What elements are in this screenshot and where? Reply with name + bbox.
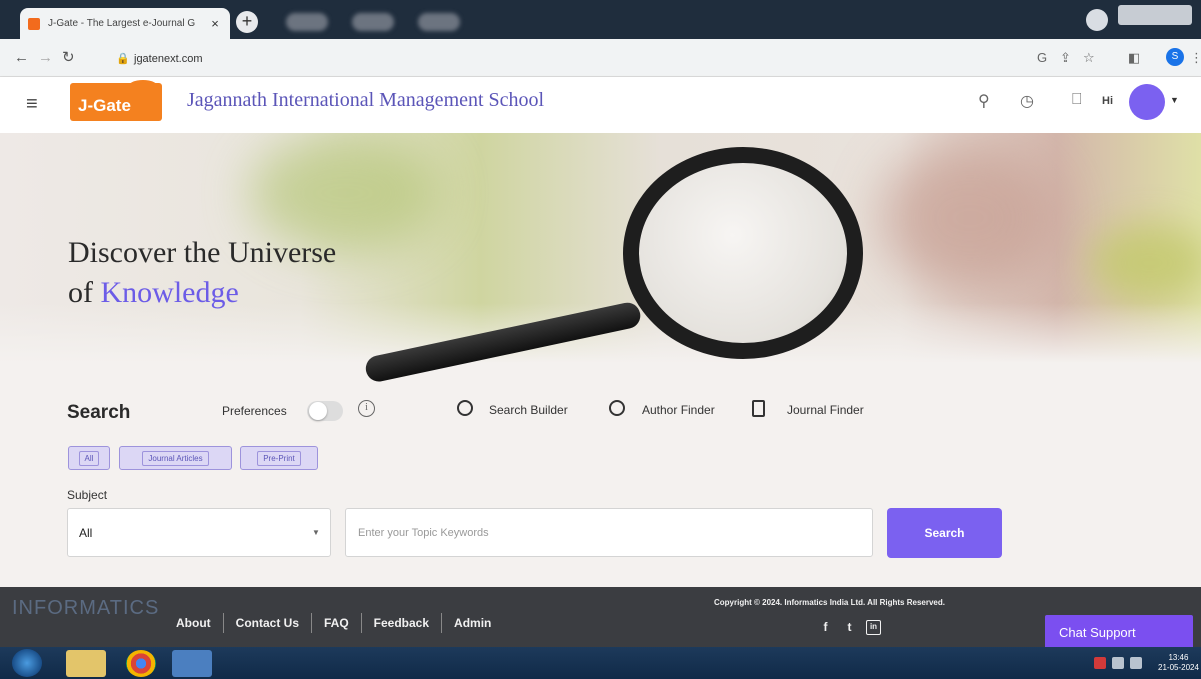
hero-title: Discover the Universe of Knowledge — [68, 233, 336, 313]
bookmark-icon[interactable]: ⎕ — [1072, 91, 1082, 109]
logo-text: J-Gate — [78, 96, 131, 115]
info-icon[interactable]: i — [358, 400, 375, 417]
network-icon[interactable] — [1112, 657, 1124, 669]
tray-flag-icon[interactable] — [1094, 657, 1106, 669]
footer-link-faq[interactable]: FAQ — [324, 616, 349, 630]
lock-icon[interactable]: 🔒 — [116, 52, 130, 65]
copyright-text: Copyright © 2024. Informatics India Ltd.… — [714, 598, 945, 607]
file-explorer-icon[interactable] — [66, 650, 106, 677]
topic-keyword-input[interactable] — [345, 508, 873, 557]
hero-line-2: of Knowledge — [68, 273, 336, 313]
magnifying-glass-icon — [623, 147, 863, 359]
author-finder-link[interactable]: Author Finder — [642, 403, 715, 417]
footer-link-feedback[interactable]: Feedback — [374, 616, 429, 630]
hero-backdrop — [1090, 223, 1201, 303]
footer-separator — [360, 613, 362, 633]
subject-select[interactable] — [67, 508, 331, 557]
chip-all[interactable]: All — [68, 446, 110, 470]
footer-link-admin[interactable]: Admin — [454, 616, 491, 630]
side-panel-icon[interactable]: ◧ — [1128, 50, 1140, 66]
hero-line-2-prefix: of — [68, 276, 101, 309]
chip-pre-print[interactable]: Pre-Print — [240, 446, 318, 470]
window-profile-icon[interactable] — [1086, 9, 1108, 31]
clock-time: 13:46 — [1168, 653, 1189, 662]
footer-separator — [441, 613, 443, 633]
footer-link-about[interactable]: About — [176, 616, 211, 630]
chrome-menu-icon[interactable]: ⋮ — [1190, 50, 1201, 66]
chrome-profile-avatar[interactable]: S — [1166, 48, 1184, 66]
search-button[interactable]: Search — [887, 508, 1002, 558]
blurred-tab[interactable] — [418, 13, 460, 31]
subject-select-value[interactable]: All — [79, 526, 92, 540]
hero-line-1: Discover the Universe — [68, 236, 337, 269]
history-clock-icon[interactable]: ◷ — [1020, 91, 1034, 111]
window-controls[interactable] — [1118, 5, 1192, 25]
blurred-tab[interactable] — [352, 13, 394, 31]
footer-separator — [311, 613, 312, 633]
clock-date: 21-05-2024 — [1158, 663, 1199, 672]
volume-icon[interactable] — [1130, 657, 1142, 669]
journal-finder-link[interactable]: Journal Finder — [787, 403, 864, 417]
share-icon[interactable]: ⇪ — [1060, 50, 1071, 66]
footer-link-contact-us[interactable]: Contact Us — [236, 616, 299, 630]
tab-close-icon[interactable]: × — [208, 16, 222, 31]
jgate-favicon-icon — [28, 17, 40, 30]
hero-backdrop — [880, 143, 1060, 293]
search-icon[interactable]: ⚲ — [978, 91, 990, 111]
omnibox[interactable] — [110, 46, 1030, 72]
facebook-icon[interactable]: f — [818, 620, 833, 635]
greeting-text: Hi — [1102, 95, 1113, 107]
tab-title: J-Gate - The Largest e-Journal G — [48, 18, 196, 29]
browser-tab[interactable]: J-Gate - The Largest e-Journal G × — [20, 8, 230, 39]
search-builder-icon[interactable] — [457, 400, 473, 416]
hamburger-menu-icon[interactable]: ≡ — [26, 93, 38, 116]
chat-support-button[interactable]: Chat Support — [1045, 615, 1193, 650]
linkedin-icon[interactable]: in — [866, 620, 881, 635]
search-heading: Search — [67, 402, 131, 423]
user-avatar[interactable] — [1129, 84, 1165, 120]
chrome-icon[interactable] — [126, 650, 156, 677]
clock[interactable]: 13:46 21-05-2024 — [1158, 653, 1199, 673]
windows-start-icon[interactable] — [12, 649, 42, 677]
url-text[interactable]: jgatenext.com — [134, 53, 202, 65]
new-tab-button[interactable]: + — [236, 11, 258, 33]
footer-links: About Contact Us FAQ Feedback Admin — [176, 613, 491, 633]
blurred-tab[interactable] — [286, 13, 328, 31]
twitter-icon[interactable]: t — [842, 620, 857, 635]
reload-icon[interactable]: ↻ — [62, 48, 75, 66]
hero-accent-word: Knowledge — [100, 276, 239, 309]
author-finder-icon[interactable] — [609, 400, 625, 416]
institution-name: Jagannath International Management Schoo… — [187, 89, 545, 111]
bookmark-star-icon[interactable]: ☆ — [1083, 50, 1095, 66]
back-arrow-icon[interactable]: ← — [14, 49, 29, 66]
chip-journal-articles[interactable]: Journal Articles — [119, 446, 232, 470]
preferences-label: Preferences — [222, 404, 287, 418]
app-window-icon[interactable] — [172, 650, 212, 677]
footer-separator — [222, 613, 224, 633]
google-lens-icon[interactable]: G — [1037, 50, 1047, 65]
logo-book-icon — [128, 80, 158, 94]
chevron-down-icon[interactable]: ▼ — [312, 528, 320, 537]
informatics-logo[interactable]: INFORMATICS — [12, 597, 159, 620]
chip-journal-articles-label: Journal Articles — [142, 450, 209, 466]
chip-all-label: All — [78, 450, 100, 466]
chevron-down-icon[interactable]: ▼ — [1170, 95, 1179, 105]
search-builder-link[interactable]: Search Builder — [489, 403, 568, 417]
chip-pre-print-label: Pre-Print — [257, 450, 301, 466]
journal-finder-icon[interactable] — [752, 400, 765, 417]
subject-label: Subject — [67, 488, 108, 502]
forward-arrow-icon[interactable]: → — [38, 49, 53, 66]
toggle-knob[interactable] — [309, 402, 327, 420]
